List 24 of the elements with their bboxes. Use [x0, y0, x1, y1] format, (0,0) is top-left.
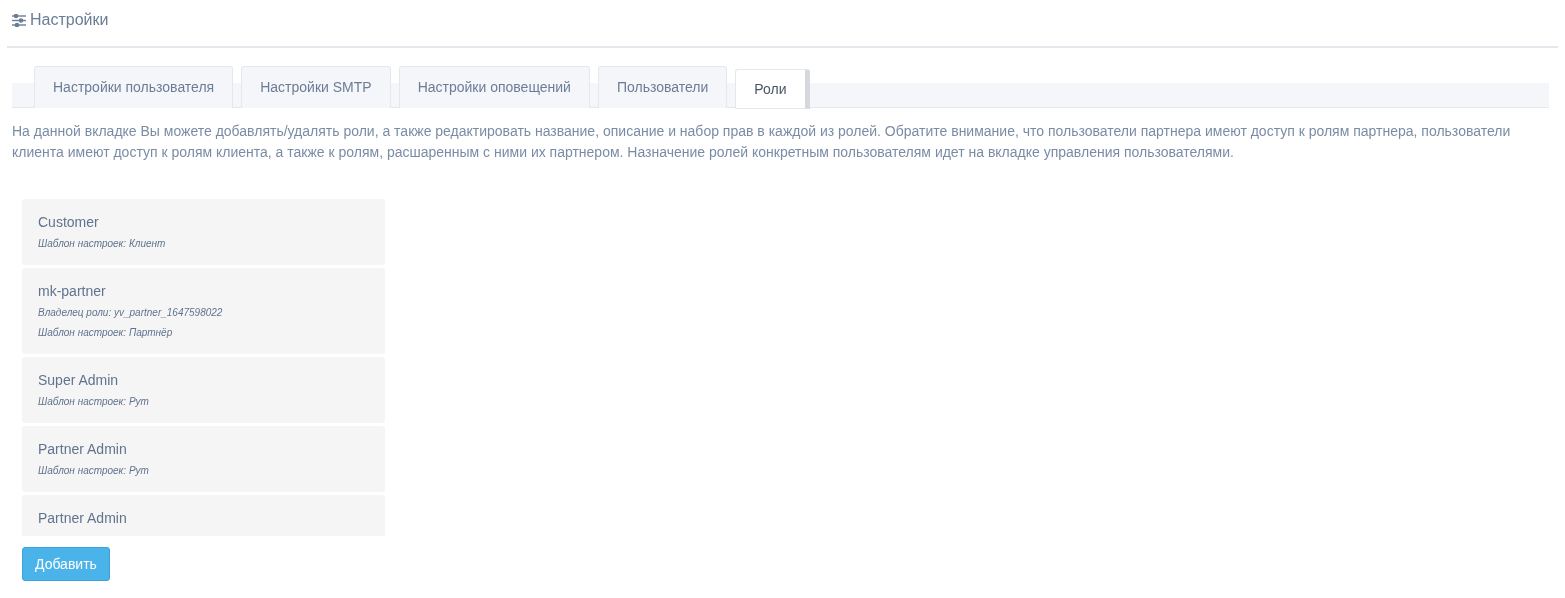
role-card[interactable]: Super Admin Шаблон настроек: Рут	[22, 357, 385, 423]
role-name: Partner Admin	[38, 441, 128, 458]
role-card[interactable]: Customer Шаблон настроек: Клиент	[22, 199, 385, 265]
role-detail: Шаблон настроек: Партнёр	[38, 326, 174, 340]
role-card[interactable]: Partner Admin Шаблон настроек: Рут	[22, 426, 385, 492]
page-title: Настройки	[30, 10, 109, 30]
role-detail: Владелец роли: yv_partner_1647598022	[38, 306, 224, 320]
role-name: Super Admin	[38, 372, 120, 389]
tab[interactable]: Роли	[735, 69, 810, 109]
role-detail: Шаблон настроек: Рут	[38, 395, 150, 409]
description-text: На данной вкладке Вы можете добавлять/удалять роли, а также редактировать название, описание и набор прав в каждой из ролей. Обратите внимание, что пользователи партнера имеют доступ к ролям партнера, пользователи клиента имеют доступ к ролям клиента, а также к ролям, расшаренным с ними их партнером. Назначение ролей конкретным пользователям идет на вкладке управления пользователями.	[12, 122, 1512, 162]
role-card[interactable]: mk-partner Владелец роли: yv_partner_1647598022 Шаблон настроек: Партнёр	[22, 268, 385, 354]
tab[interactable]: Пользователи	[597, 66, 728, 108]
role-card[interactable]: Partner Admin	[22, 495, 385, 536]
tab[interactable]: Настройки оповещений	[398, 66, 590, 108]
role-detail: Шаблон настроек: Рут	[38, 464, 150, 478]
role-name: mk-partner	[38, 283, 107, 300]
role-name: Customer	[38, 214, 100, 231]
settings-sliders-icon	[12, 13, 26, 27]
role-name: Partner Admin	[38, 510, 128, 527]
add-button[interactable]: Добавить	[22, 547, 110, 581]
tab[interactable]: Настройки пользователя	[34, 66, 234, 108]
tab[interactable]: Настройки SMTP	[241, 66, 391, 108]
role-detail: Шаблон настроек: Клиент	[38, 237, 167, 251]
